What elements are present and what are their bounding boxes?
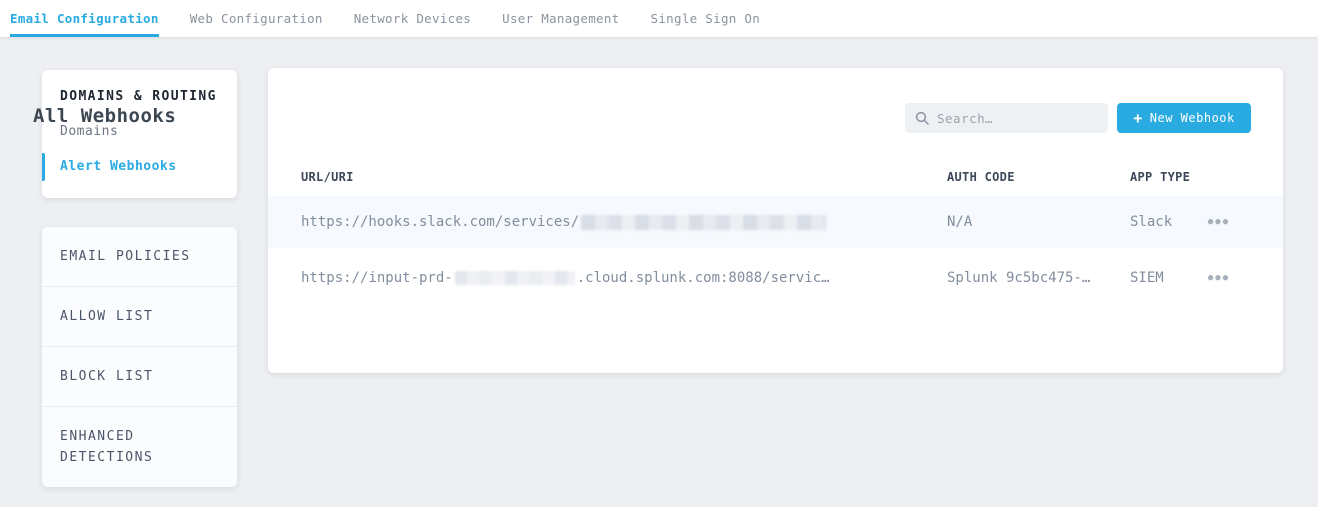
- tab-network-devices[interactable]: Network Devices: [354, 0, 471, 37]
- table-row: https://hooks.slack.com/services/ N/A Sl…: [268, 196, 1283, 248]
- search-box: [905, 103, 1108, 133]
- redacted-url-segment: [455, 271, 575, 285]
- tab-single-sign-on[interactable]: Single Sign On: [651, 0, 761, 37]
- sidebar-item-alert-webhooks[interactable]: Alert Webhooks: [60, 160, 219, 174]
- new-webhook-button[interactable]: + New Webhook: [1117, 103, 1251, 133]
- webhook-url: https://input-prd- .cloud.splunk.com:808…: [301, 250, 830, 306]
- column-header-auth: AUTH CODE: [947, 170, 1015, 184]
- top-navigation: Email Configuration Web Configuration Ne…: [0, 0, 1318, 37]
- sidebar-item-allow-list[interactable]: ALLOW LIST: [42, 286, 237, 346]
- row-actions-kebab-icon[interactable]: ●●●: [1201, 250, 1237, 306]
- plus-icon: +: [1133, 111, 1143, 126]
- webhook-url-suffix: .cloud.splunk.com:8088/servic…: [577, 270, 830, 286]
- sidebar-item-email-policies[interactable]: EMAIL POLICIES: [42, 227, 237, 286]
- redacted-url-segment: [581, 215, 826, 230]
- sidebar-item-block-list[interactable]: BLOCK LIST: [42, 346, 237, 406]
- search-icon: [915, 111, 929, 125]
- webhook-app-type: SIEM: [1130, 250, 1164, 306]
- webhook-app-type: Slack: [1130, 196, 1172, 248]
- sidebar-item-enhanced-detections[interactable]: ENHANCED DETECTIONS: [42, 406, 237, 487]
- tab-email-configuration[interactable]: Email Configuration: [10, 0, 159, 37]
- sidebar-domains-routing-card: DOMAINS & ROUTING Domains Alert Webhooks: [42, 70, 237, 198]
- sidebar-group-title: DOMAINS & ROUTING: [60, 90, 219, 104]
- search-input[interactable]: [937, 111, 1098, 126]
- new-webhook-button-label: New Webhook: [1150, 111, 1235, 125]
- tab-user-management[interactable]: User Management: [502, 0, 619, 37]
- sidebar-item-domains[interactable]: Domains: [60, 125, 219, 139]
- column-header-app: APP TYPE: [1130, 170, 1190, 184]
- sidebar-sections-card: EMAIL POLICIES ALLOW LIST BLOCK LIST ENH…: [42, 227, 237, 487]
- webhook-url-text: https://hooks.slack.com/services/: [301, 214, 579, 230]
- webhook-auth-code: N/A: [947, 196, 972, 248]
- webhook-url-text: https://input-prd-: [301, 270, 453, 286]
- webhook-url: https://hooks.slack.com/services/: [301, 196, 826, 248]
- row-actions-kebab-icon[interactable]: ●●●: [1201, 196, 1237, 248]
- tab-web-configuration[interactable]: Web Configuration: [190, 0, 323, 37]
- column-header-url: URL/URI: [301, 170, 354, 184]
- page-title: All Webhooks: [33, 105, 176, 127]
- webhook-auth-code: Splunk 9c5bc475-…: [947, 250, 1090, 306]
- table-row: https://input-prd- .cloud.splunk.com:808…: [268, 250, 1283, 306]
